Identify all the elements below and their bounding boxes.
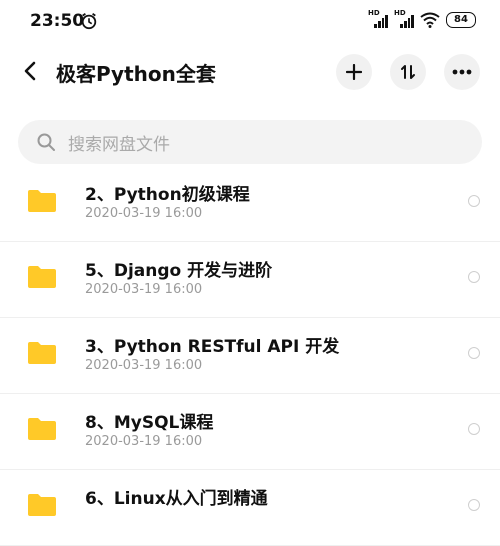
list-item[interactable]: 3、Python RESTful API 开发 2020-03-19 16:00 (0, 318, 500, 394)
signal-icon: HD (368, 9, 388, 28)
status-bar: 23:50 HD HD 84 (0, 0, 500, 44)
folder-icon (28, 342, 56, 364)
more-icon (452, 69, 472, 75)
file-date: 2020-03-19 16:00 (85, 282, 203, 297)
file-name: 2、Python初级课程 (85, 185, 250, 205)
file-date: 2020-03-19 16:00 (85, 206, 203, 221)
sort-button[interactable] (390, 54, 426, 90)
search-icon (37, 133, 55, 151)
list-item[interactable]: 5、Django 开发与进阶 2020-03-19 16:00 (0, 242, 500, 318)
status-time: 23:50 (30, 11, 85, 31)
select-radio[interactable] (468, 195, 480, 207)
folder-icon (28, 494, 56, 516)
header: 极客Python全套 (0, 44, 500, 100)
page-title: 极客Python全套 (56, 62, 216, 86)
select-radio[interactable] (468, 499, 480, 511)
select-radio[interactable] (468, 423, 480, 435)
file-name: 5、Django 开发与进阶 (85, 261, 273, 281)
more-button[interactable] (444, 54, 480, 90)
alarm-icon (81, 13, 97, 30)
file-name: 3、Python RESTful API 开发 (85, 337, 340, 357)
folder-icon (28, 266, 56, 288)
add-button[interactable] (336, 54, 372, 90)
folder-icon (28, 418, 56, 440)
folder-icon (28, 190, 56, 212)
add-icon (346, 64, 362, 80)
signal-hd-label: HD (394, 9, 406, 17)
signal-hd-label: HD (368, 9, 380, 17)
sort-icon (401, 65, 415, 79)
search-input[interactable]: 搜索网盘文件 (18, 120, 482, 164)
select-radio[interactable] (468, 271, 480, 283)
list-item[interactable]: 6、Linux从入门到精通 (0, 470, 500, 546)
wifi-icon (420, 12, 440, 28)
file-list: 2、Python初级课程 2020-03-19 16:00 5、Django 开… (0, 166, 500, 546)
select-radio[interactable] (468, 347, 480, 359)
status-indicators: HD HD 84 (368, 9, 476, 28)
list-item[interactable]: 2、Python初级课程 2020-03-19 16:00 (0, 166, 500, 242)
file-date: 2020-03-19 16:00 (85, 358, 203, 373)
file-name: 8、MySQL课程 (85, 413, 214, 433)
search-placeholder: 搜索网盘文件 (68, 134, 170, 155)
file-date: 2020-03-19 16:00 (85, 434, 203, 449)
back-icon[interactable] (18, 58, 44, 84)
list-item[interactable]: 8、MySQL课程 2020-03-19 16:00 (0, 394, 500, 470)
file-name: 6、Linux从入门到精通 (85, 489, 268, 509)
battery-indicator: 84 (446, 12, 476, 28)
signal-icon: HD (394, 9, 414, 28)
